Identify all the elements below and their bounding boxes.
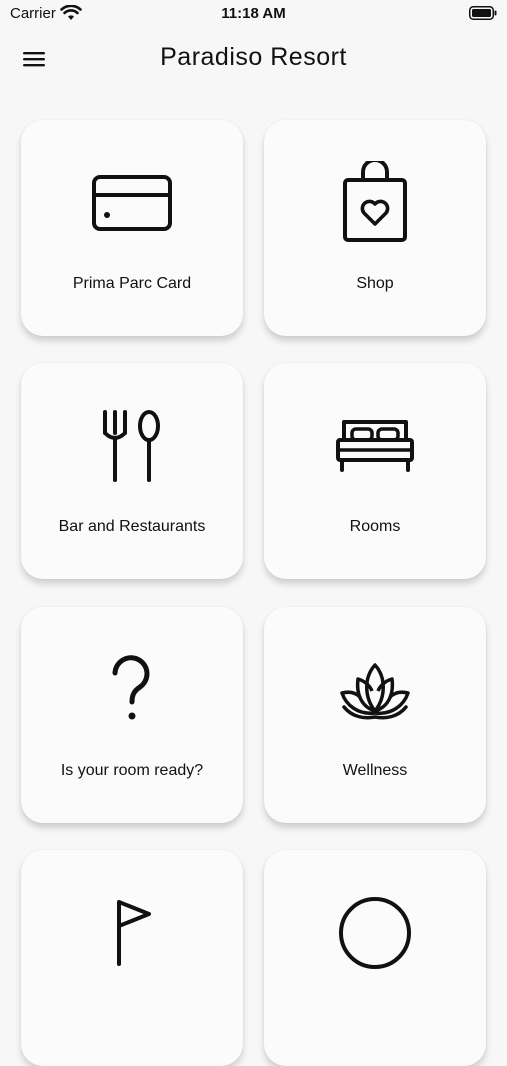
tile-label: Prima Parc Card <box>72 275 192 292</box>
credit-card-icon <box>21 158 243 248</box>
tile-shop[interactable]: Shop <box>264 120 486 336</box>
tile-circle[interactable] <box>264 850 486 1066</box>
tile-prima-parc-card[interactable]: Prima Parc Card <box>21 120 243 336</box>
tile-label: Is your room ready? <box>60 762 204 779</box>
tile-label: Shop <box>356 275 394 292</box>
lotus-icon <box>264 645 486 735</box>
shopping-bag-heart-icon <box>264 158 486 248</box>
tile-label: Rooms <box>349 518 401 535</box>
tile-label: Wellness <box>342 762 408 779</box>
tile-rooms[interactable]: Rooms <box>264 363 486 579</box>
circle-icon <box>264 888 486 978</box>
flag-icon <box>21 888 243 978</box>
tile-is-your-room-ready[interactable]: Is your room ready? <box>21 607 243 823</box>
tile-label: Bar and Restaurants <box>58 518 206 535</box>
bed-icon <box>264 401 486 491</box>
menu-grid: Prima Parc Card Shop Bar and Restaurants <box>0 0 507 1066</box>
question-mark-icon <box>21 645 243 735</box>
tile-wellness[interactable]: Wellness <box>264 607 486 823</box>
tile-flag[interactable] <box>21 850 243 1066</box>
tile-bar-and-restaurants[interactable]: Bar and Restaurants <box>21 363 243 579</box>
fork-spoon-icon <box>21 401 243 491</box>
